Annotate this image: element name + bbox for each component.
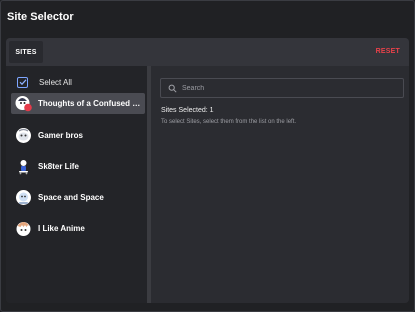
site-item-sk8ter-life[interactable]: Sk8ter Life (11, 156, 145, 177)
search-input[interactable] (182, 84, 382, 92)
select-all-row[interactable]: Select All (17, 76, 72, 88)
site-item-thoughts-of-a-confused-mind[interactable]: Thoughts of a Confused Mind (11, 93, 145, 114)
tab-sites[interactable]: SITES (9, 41, 43, 63)
site-item-label: Thoughts of a Confused Mind (38, 99, 143, 108)
reset-button[interactable]: RESET (376, 48, 400, 55)
selection-help-text: To select Sites, select them from the li… (161, 119, 297, 125)
site-selector-window: Site Selector SITES RESET Select All Tho… (0, 0, 415, 312)
character-avatar-icon (15, 189, 32, 206)
selector-panel: SITES RESET Select All Thoughts of a Con… (6, 38, 409, 303)
badge-icon (24, 103, 32, 112)
select-all-label: Select All (39, 77, 72, 87)
character-avatar-icon (15, 158, 32, 175)
window-title: Site Selector (7, 11, 74, 23)
site-item-i-like-anime[interactable]: I Like Anime (11, 218, 145, 239)
character-avatar-icon (15, 220, 32, 237)
search-icon (168, 84, 177, 93)
details-pane: Sites Selected: 1 To select Sites, selec… (151, 66, 409, 303)
sites-selected-count: Sites Selected: 1 (161, 107, 214, 114)
site-item-label: I Like Anime (38, 224, 85, 233)
site-item-gamer-bros[interactable]: Gamer bros (11, 125, 145, 146)
search-box[interactable] (160, 78, 404, 98)
site-item-label: Sk8ter Life (38, 162, 79, 171)
site-item-label: Space and Space (38, 193, 104, 202)
panel-toolbar: SITES RESET (6, 38, 409, 66)
character-avatar-icon (15, 95, 32, 112)
checkmark-icon (19, 79, 26, 86)
site-item-space-and-space[interactable]: Space and Space (11, 187, 145, 208)
select-all-checkbox[interactable] (17, 76, 28, 88)
site-item-label: Gamer bros (38, 131, 83, 140)
character-avatar-icon (15, 127, 32, 144)
